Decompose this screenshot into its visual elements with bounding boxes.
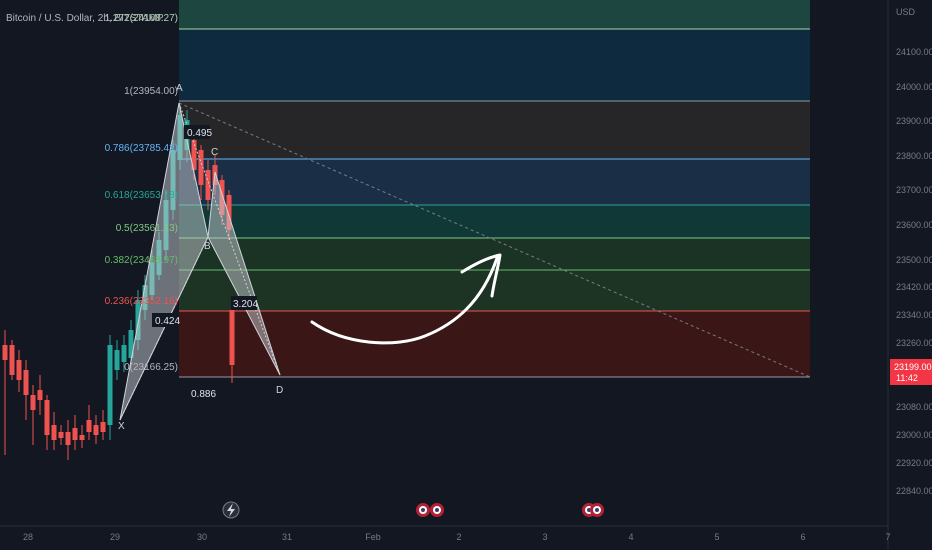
price-tick: 23420.00 bbox=[896, 282, 932, 292]
candle-body bbox=[44, 400, 50, 435]
time-tick: 6 bbox=[800, 532, 805, 542]
candle-body bbox=[23, 370, 29, 395]
candle-body bbox=[93, 425, 99, 435]
time-tick: 30 bbox=[197, 532, 207, 542]
time-tick: 28 bbox=[23, 532, 33, 542]
fib-label-0382: 0.382(23468.97) bbox=[105, 255, 178, 266]
us-flag-event-icon[interactable] bbox=[590, 503, 604, 517]
price-chart[interactable]: A X B C D 0.495 0.424 3.204 0.886 1.272(… bbox=[0, 0, 932, 550]
price-tick: 22840.00 bbox=[896, 486, 932, 496]
time-tick: 3 bbox=[542, 532, 547, 542]
time-tick: 29 bbox=[110, 532, 120, 542]
price-tick: 23260.00 bbox=[896, 338, 932, 348]
candle-body bbox=[86, 420, 92, 432]
candle-body bbox=[229, 310, 235, 365]
time-tick: 31 bbox=[282, 532, 292, 542]
ratio-xad: 0.886 bbox=[191, 389, 216, 400]
candle-body bbox=[72, 428, 78, 440]
fib-label-0236: 0.236(23352.16) bbox=[105, 296, 178, 307]
symbol-title[interactable]: Bitcoin / U.S. Dollar, 2h, BITSTAMP bbox=[6, 13, 164, 24]
fib-zone-1272 bbox=[179, 29, 810, 101]
price-tick: 23900.00 bbox=[896, 116, 932, 126]
current-price-value: 23199.00 bbox=[894, 362, 932, 372]
ratio-abc: 0.495 bbox=[187, 128, 212, 139]
point-d-label: D bbox=[276, 385, 283, 396]
time-tick: 4 bbox=[628, 532, 633, 542]
fib-zone-0236 bbox=[179, 311, 810, 377]
price-tick: 23700.00 bbox=[896, 185, 932, 195]
time-tick: 2 bbox=[456, 532, 461, 542]
candle-body bbox=[2, 345, 8, 360]
price-tick: 23080.00 bbox=[896, 402, 932, 412]
ratio-bcd: 3.204 bbox=[233, 299, 258, 310]
price-tick: 23000.00 bbox=[896, 430, 932, 440]
candle-body bbox=[65, 432, 71, 445]
time-tick: Feb bbox=[365, 532, 381, 542]
candle-body bbox=[16, 360, 22, 380]
us-flag-event-icon[interactable] bbox=[416, 503, 430, 517]
time-tick: 7 bbox=[885, 532, 890, 542]
price-axis[interactable]: USD 24100.00 24000.00 23900.00 23800.00 … bbox=[887, 0, 932, 550]
candle-body bbox=[30, 395, 36, 410]
fib-label-0: 0(23166.25) bbox=[124, 362, 178, 373]
point-x-label: X bbox=[118, 421, 125, 432]
time-tick: 5 bbox=[714, 532, 719, 542]
candle-body bbox=[37, 390, 43, 400]
candle-body bbox=[51, 425, 57, 440]
ratio-xab: 0.424 bbox=[155, 316, 180, 327]
fib-label-05: 0.5(23561.13) bbox=[116, 223, 178, 234]
fib-zone-1 bbox=[179, 101, 810, 159]
price-tick: 24100.00 bbox=[896, 47, 932, 57]
price-tick: 23600.00 bbox=[896, 220, 932, 230]
point-c-label: C bbox=[211, 147, 218, 158]
candle-body bbox=[107, 345, 113, 425]
price-tick: 23340.00 bbox=[896, 310, 932, 320]
candle-body bbox=[205, 170, 211, 200]
fib-zone-0786 bbox=[179, 159, 810, 205]
fib-zones bbox=[179, 0, 810, 377]
earnings-flash-icon[interactable] bbox=[222, 501, 240, 519]
price-tick: 23500.00 bbox=[896, 255, 932, 265]
fib-label-0618: 0.618(23653.28) bbox=[105, 190, 178, 201]
candle-body bbox=[121, 345, 127, 362]
candle-body bbox=[58, 432, 64, 438]
price-tick: 24000.00 bbox=[896, 82, 932, 92]
point-b-label: B bbox=[204, 241, 211, 252]
fib-zone-0618 bbox=[179, 205, 810, 238]
candle-body bbox=[79, 435, 85, 440]
price-tick: 23800.00 bbox=[896, 151, 932, 161]
currency-label: USD bbox=[896, 7, 916, 17]
current-price-badge: 23199.00 11:42 bbox=[890, 359, 932, 385]
us-flag-event-icon[interactable] bbox=[430, 503, 444, 517]
candle-body bbox=[9, 345, 15, 375]
fib-zone-top bbox=[179, 0, 810, 29]
fib-label-0786: 0.786(23785.42) bbox=[105, 143, 178, 154]
candle-body bbox=[100, 422, 106, 432]
fib-label-1: 1(23954.00) bbox=[124, 86, 178, 97]
time-axis[interactable]: 28 29 30 31 Feb 2 3 4 5 6 7 bbox=[0, 525, 891, 542]
current-price-countdown: 11:42 bbox=[896, 373, 918, 383]
price-tick: 22920.00 bbox=[896, 458, 932, 468]
candle-body bbox=[114, 350, 120, 370]
